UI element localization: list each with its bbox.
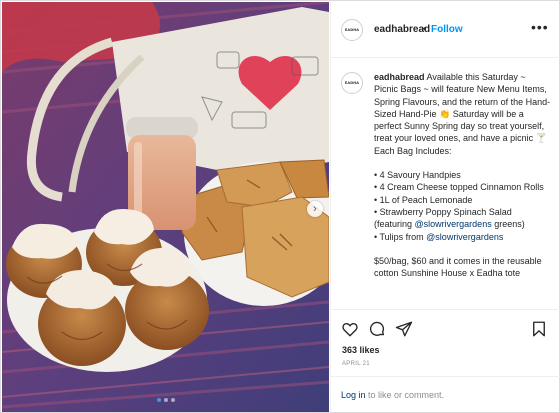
mention-link[interactable]: @slowrivergardens <box>426 232 503 242</box>
post-actions: 363 likes APRIL 21 Log in to like or com… <box>331 309 560 412</box>
post-date[interactable]: APRIL 21 <box>342 361 370 367</box>
instagram-post-embed: › EADHA eadhabread • Follow ••• EADHA ea… <box>0 0 560 413</box>
share-icon[interactable] <box>395 320 413 338</box>
separator-dot: • <box>423 24 427 35</box>
more-options-icon[interactable]: ••• <box>531 19 549 35</box>
likes-count[interactable]: 363 likes <box>342 345 380 355</box>
carousel-dot <box>164 398 168 402</box>
carousel-indicator <box>157 398 175 402</box>
photo-illustration <box>2 2 329 412</box>
caption-scroll-area[interactable]: EADHA eadhabread Available this Saturday… <box>331 59 560 308</box>
login-link[interactable]: Log in <box>341 390 366 400</box>
login-prompt: Log in to like or comment. <box>331 376 560 413</box>
eadha-logo: EADHA <box>344 28 360 32</box>
mention-link[interactable]: @slowrivergardens <box>415 219 492 229</box>
heart-icon[interactable] <box>341 320 359 338</box>
post-side-panel: EADHA eadhabread • Follow ••• EADHA eadh… <box>330 2 560 412</box>
username-link[interactable]: eadhabread <box>374 24 430 35</box>
bookmark-icon[interactable] <box>530 320 548 338</box>
post-header: EADHA eadhabread • Follow ••• <box>331 2 560 58</box>
chevron-right-icon: › <box>313 202 317 215</box>
eadha-logo: EADHA <box>344 81 360 85</box>
carousel-dot <box>157 398 161 402</box>
caption-item: • Strawberry Poppy Spinach Salad (featur… <box>374 206 525 230</box>
caption-username[interactable]: eadhabread <box>374 72 425 82</box>
caption-item: • 4 Savoury Handpies <box>374 170 461 181</box>
carousel-next-button[interactable]: › <box>307 201 323 217</box>
caption-item: • 1L of Peach Lemonade <box>374 194 473 205</box>
comment-icon[interactable] <box>368 320 386 338</box>
caption-item: • 4 Cream Cheese topped Cinnamon Rolls <box>374 182 544 193</box>
caption-intro: Available this Saturday ~ Picnic Bags ~ … <box>374 72 551 156</box>
caption-item: • Tulips from @slowrivergardens <box>374 231 504 242</box>
post-caption: eadhabread Available this Saturday ~ Pic… <box>374 71 552 279</box>
login-rest-text: to like or comment. <box>365 390 445 400</box>
avatar[interactable]: EADHA <box>341 19 363 41</box>
carousel-dot <box>171 398 175 402</box>
avatar[interactable]: EADHA <box>341 72 363 94</box>
caption-price: $50/bag, $60 and it comes in the reusabl… <box>374 255 542 279</box>
follow-button[interactable]: Follow <box>431 24 463 35</box>
post-photo[interactable]: › <box>2 2 329 412</box>
